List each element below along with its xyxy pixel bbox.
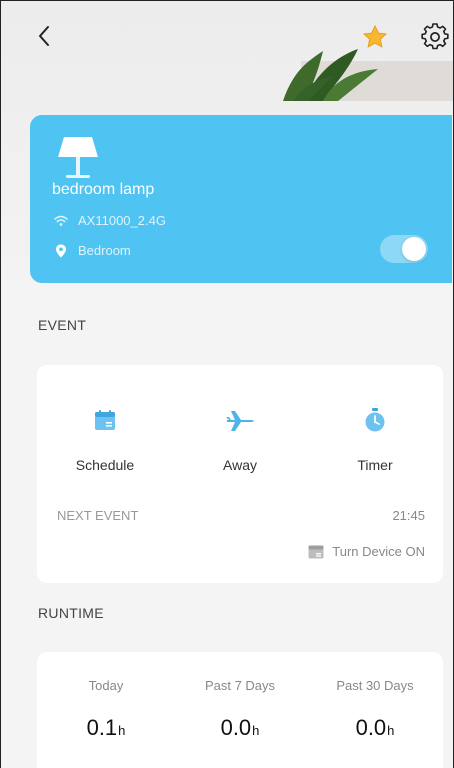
next-event-action: Turn Device ON bbox=[308, 544, 425, 559]
next-event-action-text: Turn Device ON bbox=[332, 544, 425, 559]
runtime-today-number: 0.1 bbox=[86, 715, 118, 740]
next-event-label: NEXT EVENT bbox=[57, 508, 139, 523]
event-section-title: EVENT bbox=[38, 317, 87, 333]
runtime-7days-unit: h bbox=[252, 723, 260, 738]
power-toggle[interactable] bbox=[380, 235, 428, 263]
timer-label: Timer bbox=[357, 457, 393, 473]
settings-button[interactable] bbox=[419, 21, 451, 53]
runtime-today: Today 0.1h bbox=[41, 678, 171, 741]
lamp-icon bbox=[58, 137, 98, 178]
power-toggle-knob bbox=[402, 237, 426, 261]
next-event-time: 21:45 bbox=[392, 508, 425, 523]
runtime-30days: Past 30 Days 0.0h bbox=[310, 678, 440, 741]
gear-icon bbox=[421, 23, 449, 50]
runtime-7days-label: Past 7 Days bbox=[204, 678, 276, 693]
runtime-7days: Past 7 Days 0.0h bbox=[175, 678, 305, 741]
star-icon bbox=[362, 24, 388, 48]
runtime-section-title: RUNTIME bbox=[38, 605, 104, 621]
schedule-small-icon bbox=[308, 545, 324, 558]
runtime-today-label: Today bbox=[88, 678, 124, 693]
wifi-row: AX11000_2.4G bbox=[54, 213, 166, 228]
away-label: Away bbox=[223, 457, 257, 473]
event-card: Schedule Away Timer NEXT EVENT 21:45 Tur… bbox=[37, 365, 443, 583]
wifi-icon bbox=[54, 214, 68, 228]
runtime-today-value: 0.1h bbox=[41, 715, 171, 741]
device-card[interactable]: bedroom lamp AX11000_2.4G Bedroom bbox=[30, 115, 452, 283]
away-button[interactable]: Away bbox=[185, 405, 295, 485]
room-name: Bedroom bbox=[78, 243, 131, 258]
runtime-today-unit: h bbox=[118, 723, 126, 738]
runtime-7days-value: 0.0h bbox=[175, 715, 305, 741]
schedule-label: Schedule bbox=[75, 457, 135, 473]
timer-button[interactable]: Timer bbox=[320, 405, 430, 485]
favorite-button[interactable] bbox=[359, 21, 391, 53]
runtime-30days-label: Past 30 Days bbox=[336, 678, 414, 693]
wifi-name: AX11000_2.4G bbox=[78, 213, 166, 228]
stopwatch-icon bbox=[360, 405, 390, 435]
runtime-30days-value: 0.0h bbox=[310, 715, 440, 741]
runtime-card: Today 0.1h Past 7 Days 0.0h Past 30 Days… bbox=[37, 652, 443, 768]
runtime-7days-number: 0.0 bbox=[220, 715, 252, 740]
room-row: Bedroom bbox=[54, 243, 131, 258]
runtime-30days-unit: h bbox=[387, 723, 395, 738]
back-button[interactable] bbox=[29, 21, 59, 51]
device-name: bedroom lamp bbox=[52, 181, 155, 198]
runtime-30days-number: 0.0 bbox=[355, 715, 387, 740]
schedule-button[interactable]: Schedule bbox=[50, 405, 160, 485]
location-pin-icon bbox=[54, 244, 68, 258]
calendar-icon bbox=[90, 405, 120, 435]
airplane-icon bbox=[225, 405, 255, 435]
chevron-left-icon bbox=[39, 26, 49, 46]
app-screen: bedroom lamp AX11000_2.4G Bedroom EVENT … bbox=[0, 0, 454, 768]
